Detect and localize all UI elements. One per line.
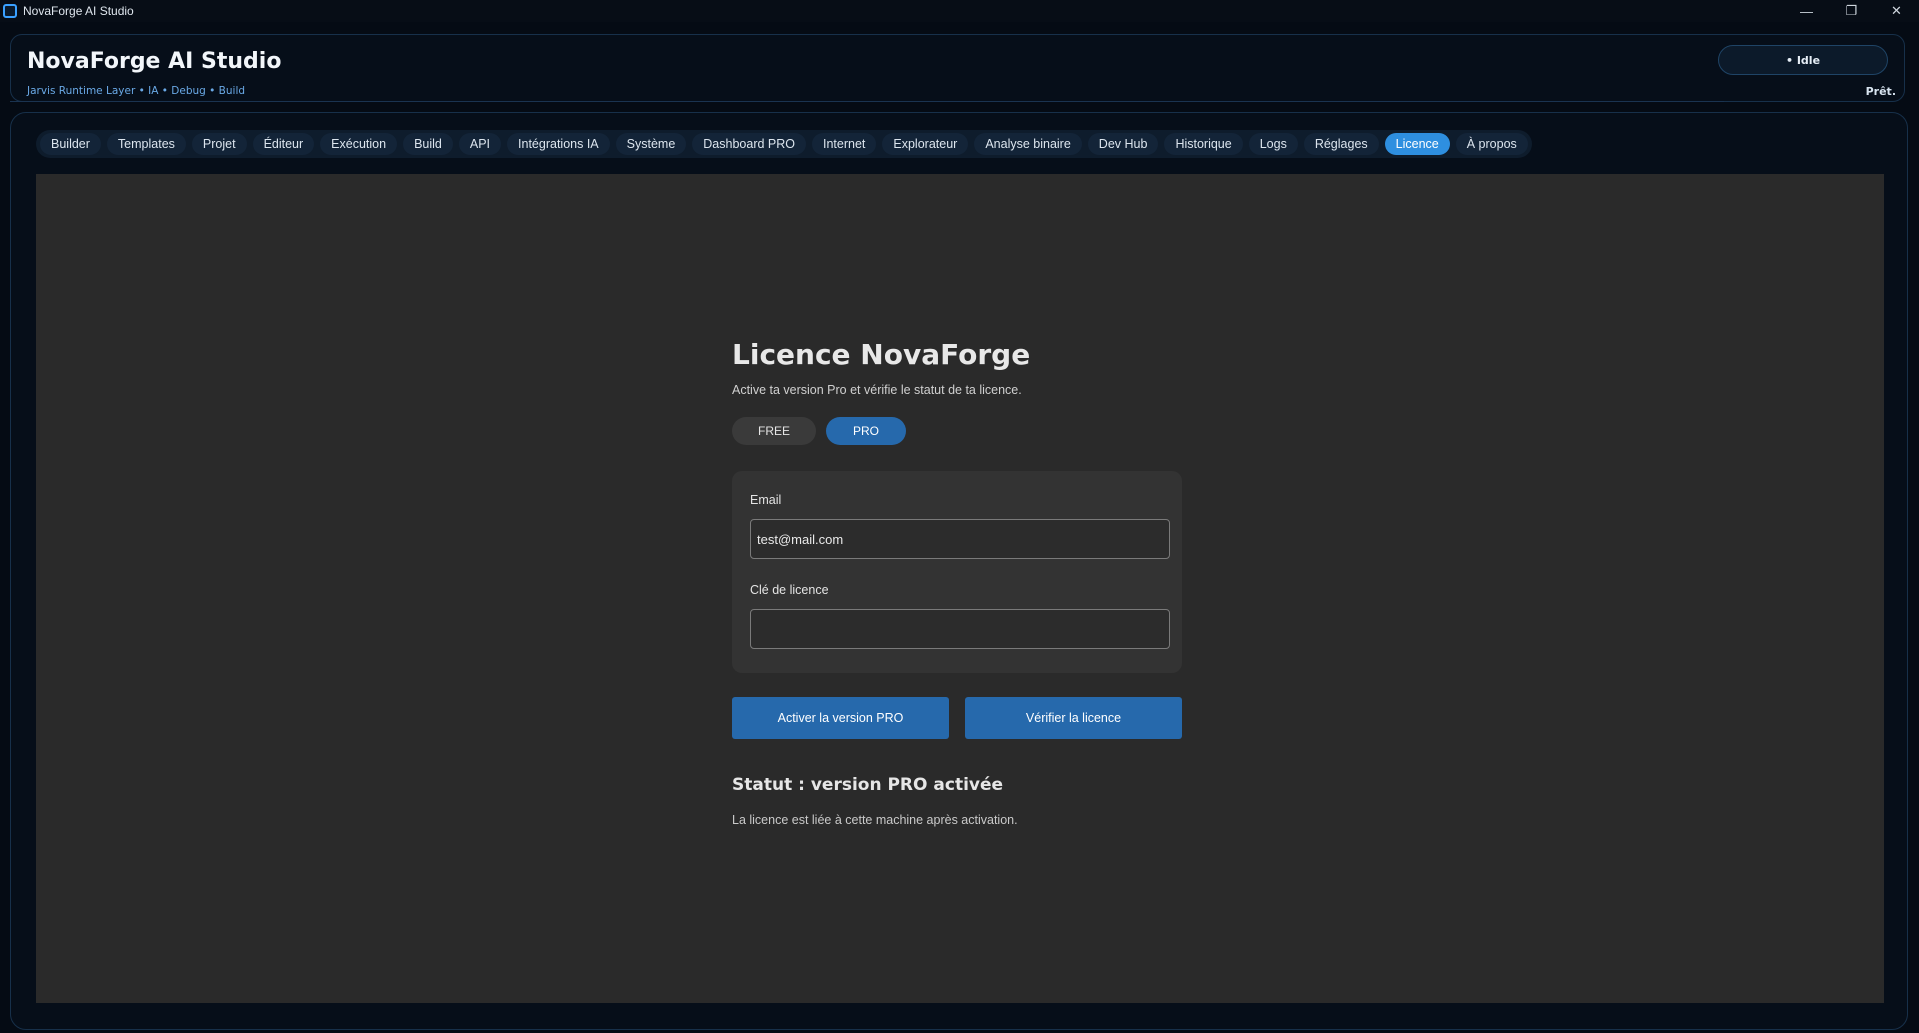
tab-api[interactable]: API [458,133,502,155]
header-divider [10,101,1724,102]
tab-logs[interactable]: Logs [1248,133,1298,155]
tab-builder[interactable]: Builder [40,133,101,155]
tab-bar: Builder Templates Projet Éditeur Exécuti… [36,130,1532,158]
tab-reglages[interactable]: Réglages [1303,133,1379,155]
tab-analyse-binaire[interactable]: Analyse binaire [974,133,1082,155]
minimize-icon[interactable]: — [1784,0,1829,22]
licence-panel: Licence NovaForge Active ta version Pro … [732,338,1182,827]
licence-form: Email test@mail.com Clé de licence [732,471,1182,673]
close-icon[interactable]: ✕ [1874,0,1919,22]
app-header: NovaForge AI Studio Jarvis Runtime Layer… [10,34,1905,102]
tab-execution[interactable]: Exécution [320,133,398,155]
window-controls: — ❐ ✕ [1784,0,1919,22]
restore-icon[interactable]: ❐ [1829,0,1874,22]
plan-selector: FREE PRO [732,417,1182,445]
status-badge: • Idle [1718,45,1888,75]
tab-dashboard-pro[interactable]: Dashboard PRO [692,133,806,155]
tab-build[interactable]: Build [403,133,453,155]
page-description: Active ta version Pro et vérifie le stat… [732,383,1022,397]
licence-key-field[interactable] [750,609,1170,649]
licence-key-label: Clé de licence [750,583,829,597]
tab-systeme[interactable]: Système [615,133,687,155]
verify-licence-button[interactable]: Vérifier la licence [965,697,1182,739]
licence-actions: Activer la version PRO Vérifier la licen… [732,697,1182,739]
tab-templates[interactable]: Templates [106,133,186,155]
tab-dev-hub[interactable]: Dev Hub [1087,133,1159,155]
licence-status-note: La licence est liée à cette machine aprè… [732,813,1018,827]
window-titlebar: NovaForge AI Studio — ❐ ✕ [0,0,1919,22]
email-field[interactable]: test@mail.com [750,519,1170,559]
app-icon [3,4,17,18]
tab-internet[interactable]: Internet [812,133,877,155]
tab-projet[interactable]: Projet [191,133,247,155]
plan-free-button[interactable]: FREE [732,417,816,445]
page-title: Licence NovaForge [732,338,1031,371]
app-title: NovaForge AI Studio [27,49,282,74]
activate-pro-button[interactable]: Activer la version PRO [732,697,949,739]
tab-integrations-ia[interactable]: Intégrations IA [507,133,610,155]
plan-pro-button[interactable]: PRO [826,417,906,445]
email-label: Email [750,493,782,507]
app-subtitle: Jarvis Runtime Layer • IA • Debug • Buil… [27,85,246,97]
licence-status: Statut : version PRO activée [732,775,1004,795]
window-title: NovaForge AI Studio [23,4,134,18]
licence-content: Licence NovaForge Active ta version Pro … [36,174,1884,1003]
tab-historique[interactable]: Historique [1164,133,1243,155]
tab-a-propos[interactable]: À propos [1455,133,1528,155]
ready-status: Prêt. [1865,85,1896,98]
tab-explorateur[interactable]: Explorateur [882,133,969,155]
tab-editeur[interactable]: Éditeur [252,133,315,155]
tab-licence[interactable]: Licence [1384,133,1450,155]
